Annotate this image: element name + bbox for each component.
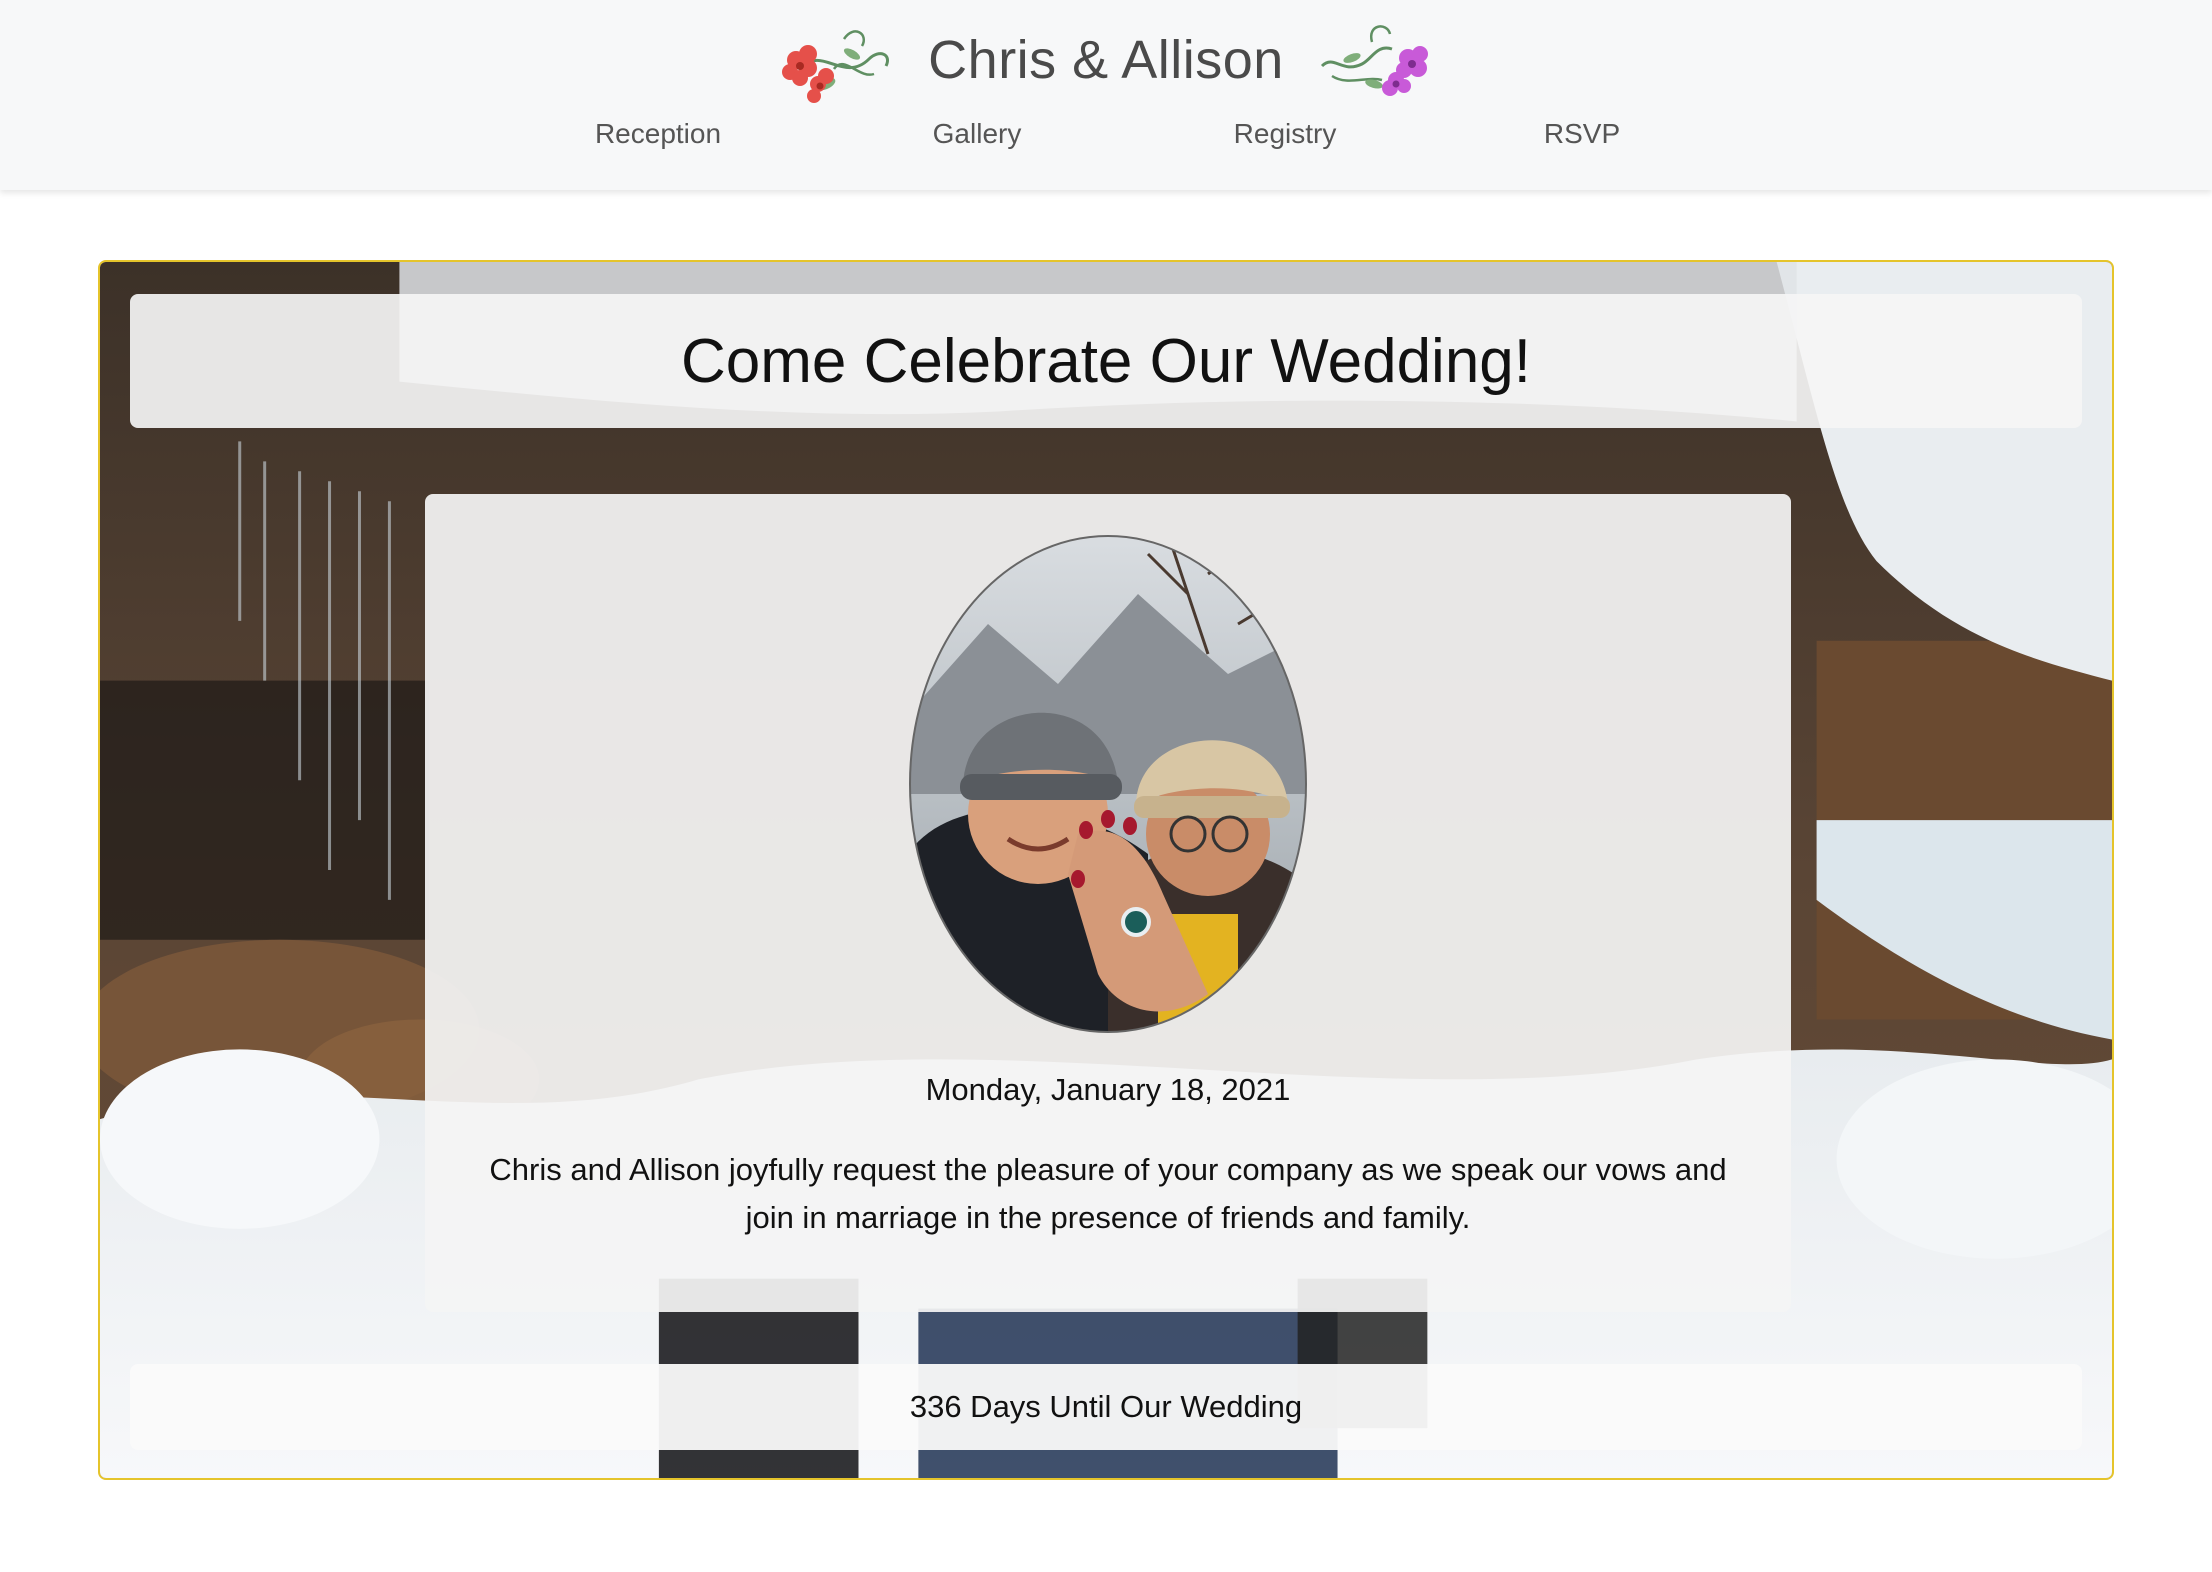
event-date: Monday, January 18, 2021	[925, 1072, 1291, 1107]
nav-rsvp[interactable]: RSVP	[1544, 118, 1620, 150]
countdown-card: 336 Days Until Our Wedding	[130, 1364, 2082, 1450]
nav-gallery[interactable]: Gallery	[933, 118, 1022, 150]
purple-flower-icon	[1320, 24, 1428, 96]
title-card: Come Celebrate Our Wedding!	[130, 294, 2082, 428]
red-flower-icon	[782, 29, 890, 103]
nav-reception[interactable]: Reception	[595, 118, 721, 150]
hero-section: Come Celebrate Our Wedding! Monday, Janu…	[98, 260, 2114, 1480]
page-title: Come Celebrate Our Wedding!	[680, 326, 1532, 396]
main-nav: Reception Gallery Registry RSVP	[0, 118, 2212, 158]
invitation-message: Chris and Allison joyfully request the p…	[489, 1152, 1727, 1235]
couple-photo	[909, 535, 1307, 1033]
invitation-card: Monday, January 18, 2021 Chris and Allis…	[425, 494, 1791, 1312]
brand: Chris & Allison	[0, 12, 2212, 107]
site-header: Chris & Allison Reception Gallery Regist…	[0, 0, 2212, 190]
site-title[interactable]: Chris & Allison	[928, 29, 1284, 91]
countdown-text: 336 Days Until Our Wedding	[909, 1389, 1303, 1424]
nav-registry[interactable]: Registry	[1234, 118, 1337, 150]
